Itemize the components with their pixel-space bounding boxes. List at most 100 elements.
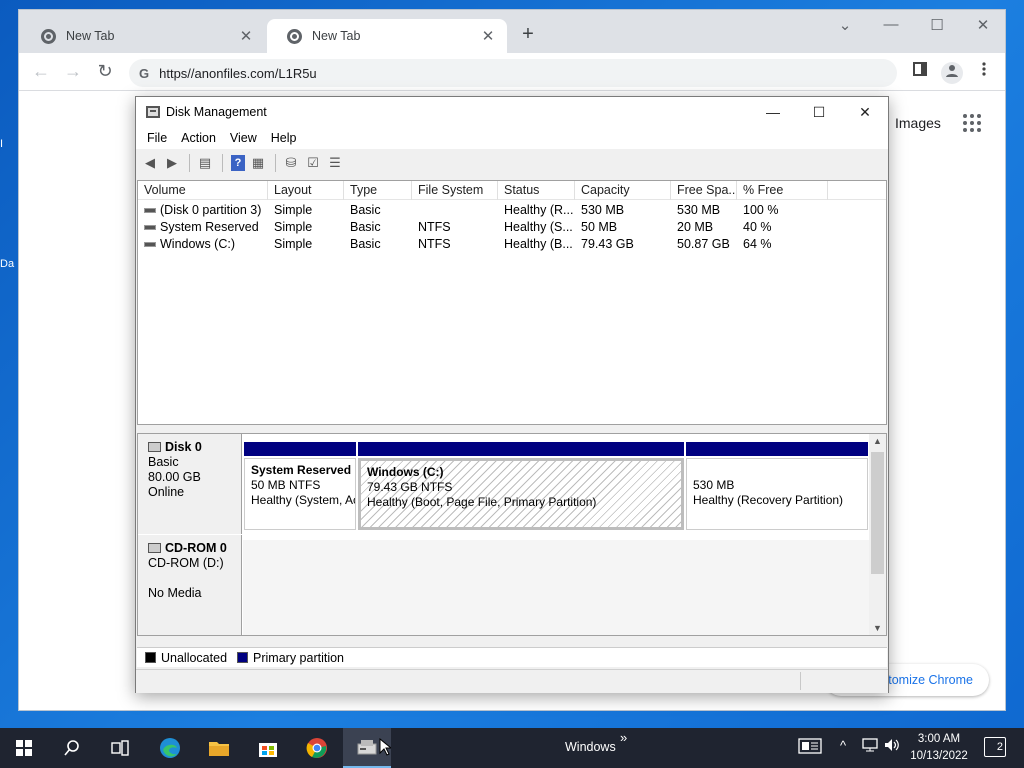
disk-map: Disk 0 Basic 80.00 GB Online System Rese… bbox=[137, 433, 887, 636]
scrollbar-thumb[interactable] bbox=[871, 452, 884, 574]
partition-status: Healthy (Boot, Page File, Primary Partit… bbox=[367, 495, 597, 509]
partition-status: Healthy (Recovery Partition) bbox=[693, 493, 844, 507]
browser-toolbar: ← → ↻ G https//anonfiles.com/L1R5u bbox=[19, 53, 1005, 91]
menu-file[interactable]: File bbox=[140, 131, 174, 145]
close-tab-icon[interactable]: ✕ bbox=[237, 27, 255, 45]
menu-help[interactable]: Help bbox=[264, 131, 304, 145]
status-cell: Healthy (R... bbox=[504, 203, 574, 217]
edge-icon[interactable] bbox=[146, 728, 194, 768]
legend-label-primary: Primary partition bbox=[253, 650, 345, 665]
legend-swatch-unallocated bbox=[145, 652, 156, 663]
notifications-icon[interactable]: 2 bbox=[984, 737, 1006, 757]
forward-icon[interactable]: → bbox=[61, 60, 85, 84]
checklist-icon[interactable]: ☑ bbox=[303, 154, 323, 172]
windows-logo-icon bbox=[16, 740, 32, 756]
chrome-menu-icon[interactable] bbox=[973, 62, 995, 84]
chrome-icon[interactable] bbox=[293, 728, 341, 768]
window-titlebar[interactable]: Disk Management — ☐ ✕ bbox=[136, 97, 888, 127]
maximize-icon[interactable]: ☐ bbox=[796, 99, 842, 125]
help-icon[interactable]: ? bbox=[231, 155, 245, 171]
toolbar-chevron-icon[interactable]: » bbox=[620, 730, 627, 745]
browser-tab-2[interactable]: New Tab ✕ bbox=[267, 19, 507, 53]
capacity-cell: 50 MB bbox=[581, 220, 618, 234]
volume-icon[interactable] bbox=[884, 738, 900, 755]
vertical-scrollbar[interactable]: ▲ ▼ bbox=[869, 434, 886, 635]
scroll-up-icon[interactable]: ▲ bbox=[869, 436, 886, 446]
tab-search-icon[interactable]: ⌄ bbox=[833, 16, 857, 34]
network-icon[interactable] bbox=[862, 738, 878, 755]
menu-view[interactable]: View bbox=[223, 131, 264, 145]
cdrom-drive: CD-ROM (D:) bbox=[148, 556, 224, 570]
tab-title: New Tab bbox=[312, 29, 361, 43]
back-icon[interactable]: ← bbox=[29, 60, 53, 84]
menu-action[interactable]: Action bbox=[174, 131, 223, 145]
images-link[interactable]: Images bbox=[895, 115, 941, 131]
minimize-icon[interactable]: — bbox=[750, 99, 796, 125]
chrome-favicon-icon bbox=[41, 28, 56, 44]
column-header-percent-free[interactable]: % Free bbox=[737, 181, 828, 200]
clock[interactable]: 3:00 AM 10/13/2022 bbox=[904, 731, 974, 765]
column-header-layout[interactable]: Layout bbox=[268, 181, 344, 200]
search-icon[interactable] bbox=[48, 728, 96, 768]
minimize-icon[interactable]: — bbox=[879, 16, 903, 33]
status-bar bbox=[136, 669, 888, 693]
close-icon[interactable]: ✕ bbox=[842, 99, 888, 125]
google-icon: G bbox=[139, 65, 150, 81]
task-view-icon[interactable] bbox=[96, 728, 144, 768]
clock-date: 10/13/2022 bbox=[910, 750, 968, 762]
close-tab-icon[interactable]: ✕ bbox=[479, 27, 497, 45]
profile-avatar-icon[interactable] bbox=[941, 62, 963, 84]
address-bar[interactable]: G https//anonfiles.com/L1R5u bbox=[129, 59, 897, 87]
file-system-cell bbox=[412, 202, 498, 219]
back-arrow-icon[interactable]: ◀ bbox=[140, 154, 160, 172]
cdrom-0-label[interactable]: CD-ROM 0 CD-ROM (D:) No Media bbox=[138, 535, 242, 635]
table-row[interactable]: Windows (C:) Simple Basic NTFS Healthy (… bbox=[138, 236, 886, 253]
forward-arrow-icon[interactable]: ▶ bbox=[162, 154, 182, 172]
reload-icon[interactable]: ↻ bbox=[93, 60, 117, 84]
disk-state: Online bbox=[148, 485, 185, 499]
column-header-file-system[interactable]: File System bbox=[412, 181, 498, 200]
side-panel-icon[interactable] bbox=[909, 62, 931, 84]
start-button[interactable] bbox=[0, 728, 48, 768]
browser-tab-1[interactable]: New Tab ✕ bbox=[21, 19, 265, 53]
desktop-icon-fragment[interactable]: I bbox=[0, 138, 18, 150]
table-row[interactable]: System Reserved Simple Basic NTFS Health… bbox=[138, 219, 886, 236]
file-system-cell: NTFS bbox=[418, 220, 451, 234]
table-row[interactable]: (Disk 0 partition 3) Simple Basic Health… bbox=[138, 202, 886, 219]
menu-bar: File Action View Help bbox=[136, 127, 888, 149]
clock-time: 3:00 AM bbox=[917, 733, 961, 745]
connect-disk-icon[interactable]: ⛁ bbox=[281, 154, 301, 172]
file-explorer-icon[interactable] bbox=[195, 728, 243, 768]
volume-cell: Windows (C:) bbox=[138, 236, 268, 253]
column-header-status[interactable]: Status bbox=[498, 181, 575, 200]
column-header-type[interactable]: Type bbox=[344, 181, 412, 200]
partition-size: 530 MB bbox=[693, 478, 735, 492]
file-system-cell: NTFS bbox=[418, 237, 451, 251]
partition-windows-c[interactable]: Windows (C:) 79.43 GB NTFS Healthy (Boot… bbox=[358, 442, 684, 530]
percent-free-cell: 40 % bbox=[743, 220, 772, 234]
partition-system-reserved[interactable]: System Reserved 50 MB NTFS Healthy (Syst… bbox=[244, 442, 356, 530]
new-tab-button[interactable]: + bbox=[517, 24, 539, 46]
properties-icon[interactable]: ▦ bbox=[248, 154, 268, 172]
google-apps-icon[interactable] bbox=[963, 114, 981, 132]
show-hidden-icons-icon[interactable]: ^ bbox=[840, 738, 846, 753]
column-header-capacity[interactable]: Capacity bbox=[575, 181, 671, 200]
show-hide-console-tree-icon[interactable]: ▤ bbox=[195, 154, 215, 172]
window-title: Disk Management bbox=[166, 105, 267, 119]
partition-status: Healthy (System, Active, Primary Partiti… bbox=[251, 493, 355, 507]
volume-icon bbox=[144, 225, 156, 231]
taskbar-windows-label[interactable]: Windows bbox=[565, 740, 616, 754]
column-header-free-space[interactable]: Free Spa... bbox=[671, 181, 737, 200]
desktop-icon-label-fragment[interactable]: Da bbox=[0, 258, 18, 270]
scroll-down-icon[interactable]: ▼ bbox=[869, 623, 886, 633]
percent-free-cell: 100 % bbox=[743, 203, 779, 217]
column-header-volume[interactable]: Volume bbox=[138, 181, 268, 200]
list-view-icon[interactable]: ☰ bbox=[325, 154, 345, 172]
store-icon[interactable] bbox=[244, 728, 292, 768]
volume-list-header: Volume Layout Type File System Status Ca… bbox=[138, 181, 886, 200]
maximize-icon[interactable]: ☐ bbox=[925, 16, 949, 34]
news-widget-icon[interactable] bbox=[798, 738, 822, 757]
close-window-icon[interactable]: ✕ bbox=[971, 16, 995, 34]
partition-recovery[interactable]: 530 MB Healthy (Recovery Partition) bbox=[686, 442, 868, 530]
disk-0-label[interactable]: Disk 0 Basic 80.00 GB Online bbox=[138, 434, 242, 534]
